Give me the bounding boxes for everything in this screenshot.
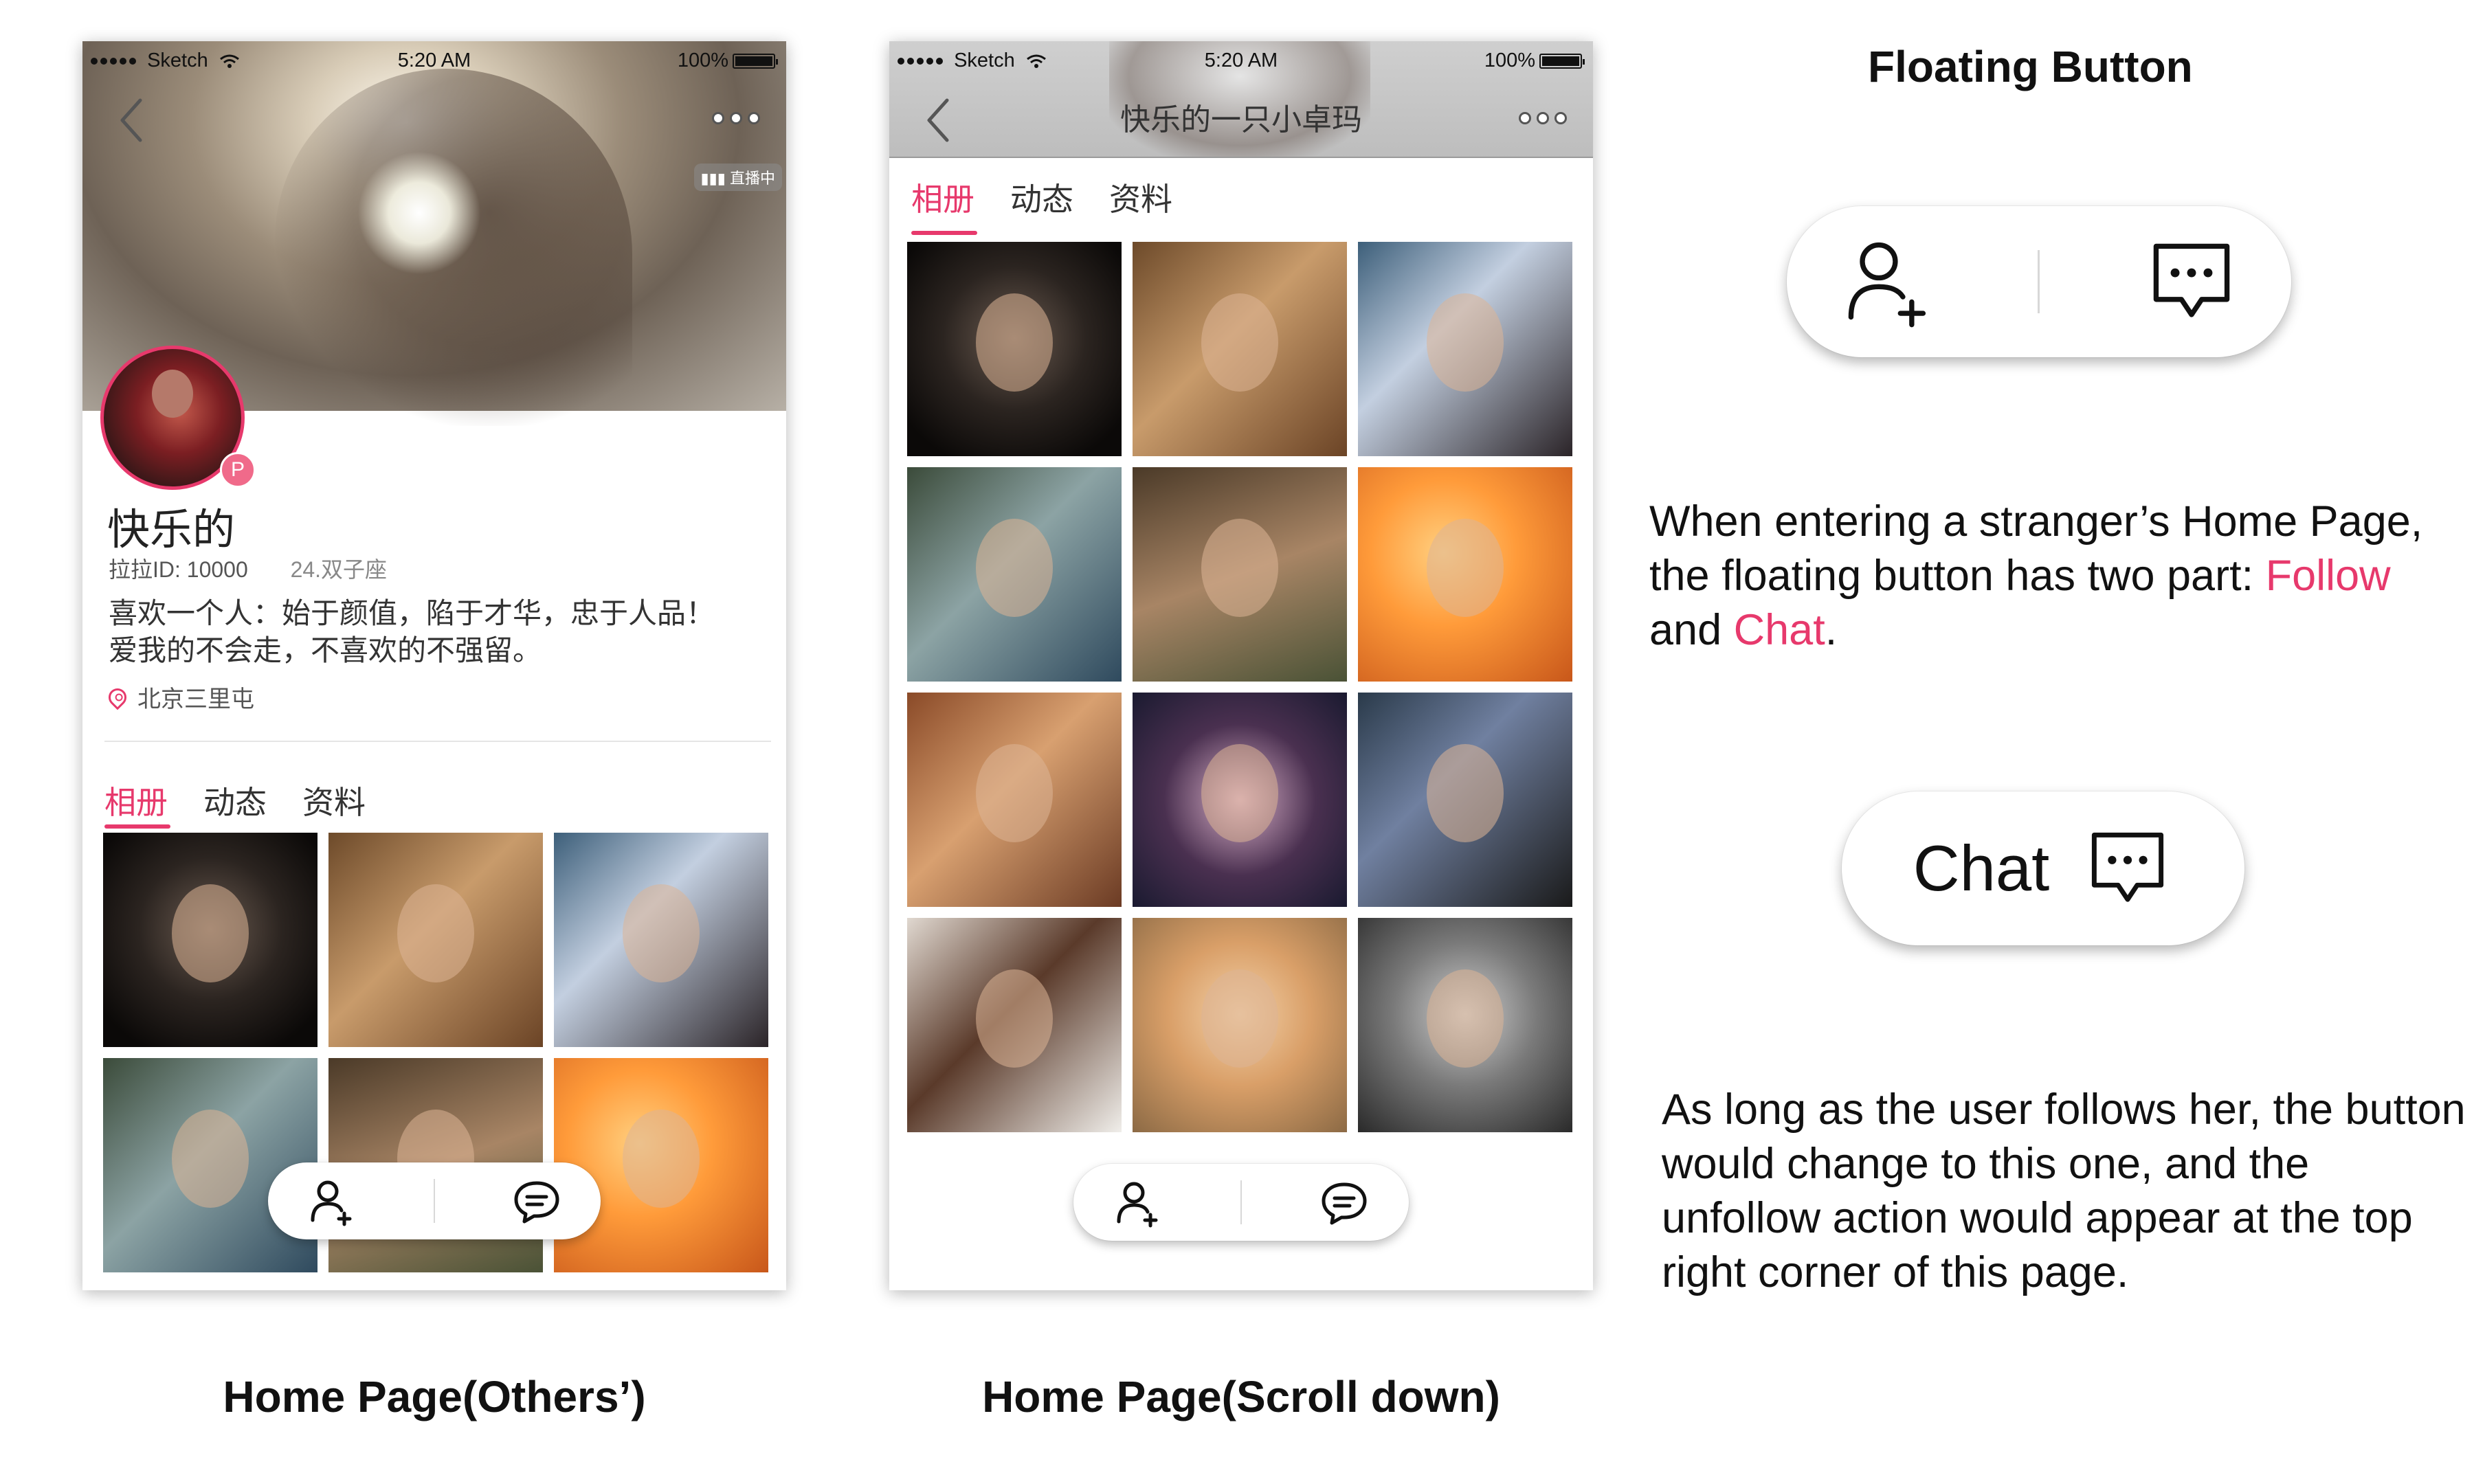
photo-grid bbox=[907, 242, 1572, 1132]
add-user-icon[interactable] bbox=[1112, 1176, 1164, 1228]
floating-button-description: When entering a stranger’s Home Page, th… bbox=[1649, 497, 2423, 654]
follow-state-description: As long as the user follows her, the but… bbox=[1662, 1086, 2466, 1296]
album-photo[interactable] bbox=[1133, 693, 1347, 907]
status-bar: Sketch 5:20 AM 100% bbox=[82, 41, 786, 80]
album-photo[interactable] bbox=[1358, 693, 1572, 907]
tab-album[interactable]: 相册 bbox=[911, 175, 974, 220]
profile-tabs: 相册 动态 资料 bbox=[104, 778, 366, 823]
phone-screen-home-page-scroll-down: 快乐的一只小卓玛 Sketch 5:20 AM 100% 相册 动态 资料 bbox=[889, 41, 1593, 1290]
album-photo[interactable] bbox=[103, 1058, 317, 1272]
profile-tabs: 相册 动态 资料 bbox=[911, 175, 1172, 220]
caption-home-page-others: Home Page(Others’) bbox=[223, 1372, 646, 1421]
more-dots-icon[interactable] bbox=[1519, 112, 1567, 124]
button-separator bbox=[434, 1178, 435, 1224]
tab-feed[interactable]: 动态 bbox=[1010, 175, 1073, 220]
album-photo[interactable] bbox=[328, 833, 543, 1047]
chat-button-label: Chat bbox=[1913, 832, 2050, 904]
active-tab-indicator bbox=[911, 231, 977, 235]
profile-id: 拉拉ID: 10000 bbox=[109, 557, 248, 582]
section-divider bbox=[104, 741, 771, 742]
floating-button-heading: Floating Button bbox=[1868, 42, 2193, 91]
more-dots-icon[interactable] bbox=[712, 112, 760, 124]
album-photo[interactable] bbox=[1358, 467, 1572, 682]
cover-photo-sunlight bbox=[357, 151, 481, 275]
tab-album[interactable]: 相册 bbox=[104, 778, 168, 823]
location-label: 北京三里屯 bbox=[137, 686, 254, 712]
album-photo[interactable] bbox=[1358, 918, 1572, 1132]
p-badge: P bbox=[220, 452, 256, 488]
add-user-icon[interactable] bbox=[1838, 234, 1935, 330]
tab-info[interactable]: 资料 bbox=[1109, 175, 1172, 220]
tab-info[interactable]: 资料 bbox=[302, 778, 366, 823]
album-photo[interactable] bbox=[103, 833, 317, 1047]
album-photo[interactable] bbox=[554, 833, 768, 1047]
battery-icon bbox=[1539, 53, 1585, 69]
live-badge[interactable]: ▮▮▮ 直播中 bbox=[693, 164, 782, 191]
chat-button[interactable]: Chat bbox=[1842, 791, 2244, 945]
profile-bio: 喜欢一个人：始于颜值，陷于才华，忠于人品！爱我的不会走，不喜欢的不强留。 bbox=[109, 597, 715, 666]
chevron-left-icon[interactable] bbox=[924, 96, 951, 144]
signal-bars-icon: ▮▮▮ bbox=[700, 170, 730, 187]
status-bar: Sketch 5:20 AM 100% bbox=[889, 41, 1593, 80]
battery-percent: 100% bbox=[1484, 49, 1535, 71]
battery-percent: 100% bbox=[677, 49, 728, 71]
floating-button bbox=[1073, 1164, 1409, 1241]
button-separator bbox=[1240, 1180, 1242, 1225]
album-photo[interactable] bbox=[1133, 242, 1347, 456]
album-photo[interactable] bbox=[907, 242, 1122, 456]
location-pin-icon bbox=[104, 684, 131, 710]
tab-feed[interactable]: 动态 bbox=[203, 778, 267, 823]
battery-icon bbox=[733, 53, 778, 69]
chevron-left-icon[interactable] bbox=[117, 96, 144, 144]
floating-button bbox=[268, 1162, 601, 1239]
album-photo[interactable] bbox=[1358, 242, 1572, 456]
chat-bubble-icon[interactable] bbox=[1318, 1176, 1370, 1228]
album-photo[interactable] bbox=[907, 693, 1122, 907]
chat-keyword: Chat bbox=[1733, 606, 1825, 654]
profile-age-sign: 24.双子座 bbox=[290, 557, 388, 582]
phone-screen-home-page-others: Sketch 5:20 AM 100% ▮▮▮ 直播中 P 快乐的 拉拉ID: … bbox=[82, 41, 786, 1290]
add-user-icon[interactable] bbox=[306, 1175, 358, 1227]
chat-square-icon[interactable] bbox=[2143, 234, 2240, 330]
album-photo[interactable] bbox=[1133, 918, 1347, 1132]
floating-button-two-part bbox=[1787, 206, 2291, 357]
profile-name: 快乐的 bbox=[107, 506, 236, 554]
button-separator bbox=[2038, 249, 2040, 314]
album-photo[interactable] bbox=[1133, 467, 1347, 682]
active-tab-indicator bbox=[104, 824, 170, 829]
profile-location[interactable]: 北京三里屯 bbox=[104, 680, 254, 714]
album-photo[interactable] bbox=[907, 467, 1122, 682]
caption-home-page-scroll-down: Home Page(Scroll down) bbox=[982, 1372, 1500, 1421]
nav-title: 快乐的一只小卓玛 bbox=[1120, 103, 1362, 137]
album-photo[interactable] bbox=[907, 918, 1122, 1132]
profile-meta: 拉拉ID: 10000 24.双子座 bbox=[109, 552, 387, 584]
album-photo[interactable] bbox=[554, 1058, 768, 1272]
follow-keyword: Follow bbox=[2265, 552, 2391, 600]
chat-bubble-icon[interactable] bbox=[511, 1175, 563, 1227]
chat-square-icon bbox=[2092, 832, 2164, 902]
